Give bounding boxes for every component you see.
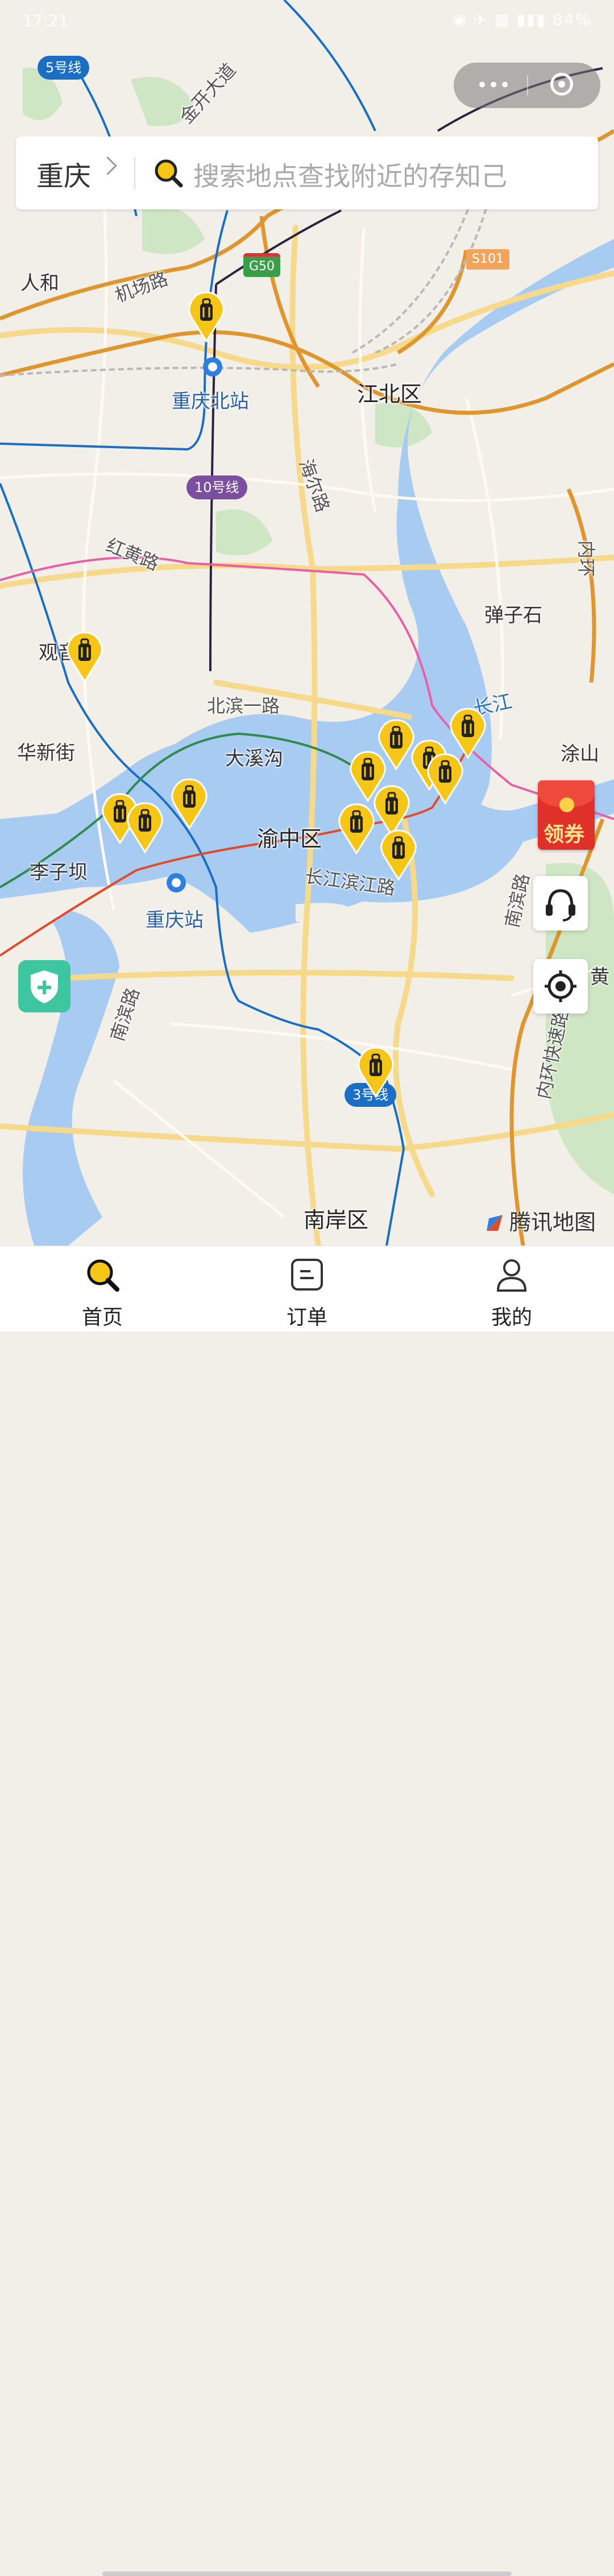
status-bar: 17:21 ◉ ✈ ▦ ▮▮▮ 84% [0, 0, 614, 46]
metro-badge-line5: 5号线 [38, 56, 90, 80]
place-label-huang: 黄 [590, 966, 609, 989]
tab-home[interactable]: 首页 [45, 1246, 159, 1332]
storage-pin[interactable] [449, 706, 487, 759]
chevron-right-icon[interactable] [98, 156, 117, 175]
luggage-icon [427, 753, 463, 805]
storage-pin[interactable] [338, 802, 375, 855]
city-selector[interactable]: 重庆 [36, 154, 91, 193]
road-label-beibin: 北滨一路 [207, 695, 280, 717]
luggage-icon [450, 708, 486, 759]
customer-service-button[interactable] [533, 876, 588, 931]
map-provider-logo: 腾讯地图 [484, 1205, 596, 1236]
headset-icon [546, 889, 575, 921]
road-shield-g50: G50 [243, 253, 281, 277]
map-provider-label: 腾讯地图 [509, 1210, 596, 1235]
locate-icon [545, 970, 576, 1002]
luggage-icon [338, 803, 375, 855]
station-label-chongqingbei: 重庆北站 [172, 390, 249, 413]
tab-profile[interactable]: 我的 [455, 1246, 569, 1332]
miniprogram-capsule: ••• [454, 63, 600, 108]
coupon-button[interactable]: 领券 [538, 780, 599, 850]
place-label-danzishi: 弹子石 [484, 604, 542, 627]
tab-home-label: 首页 [81, 1306, 123, 1329]
tab-orders[interactable]: 订单 [250, 1246, 364, 1332]
luggage-icon [380, 829, 417, 881]
storage-pin[interactable] [357, 1045, 395, 1098]
place-label-liziba: 李子坝 [30, 861, 88, 884]
storage-pin[interactable] [66, 630, 103, 683]
luggage-icon [171, 778, 208, 830]
more-icon[interactable]: ••• [476, 74, 511, 97]
home-indicator [102, 2571, 512, 2576]
order-icon [291, 1259, 323, 1291]
district-label-yuzhong: 渝中区 [257, 826, 322, 851]
storage-pin[interactable] [188, 290, 225, 343]
coin-icon [559, 797, 574, 812]
status-time: 17:21 [23, 11, 69, 30]
locate-button[interactable] [533, 959, 588, 1014]
tab-profile-label: 我的 [491, 1306, 532, 1329]
place-label-huaxin: 华新街 [17, 742, 75, 764]
status-icons: ◉ ✈ ▦ ▮▮▮ 84% [452, 10, 591, 29]
user-icon [496, 1259, 527, 1292]
road-label-nei: 内环 [575, 540, 597, 577]
district-label-nanan: 南岸区 [304, 1208, 369, 1233]
search-input[interactable]: 搜索地点查找附近的存知己 [193, 156, 507, 193]
storage-pin[interactable] [126, 801, 164, 854]
coupon-label: 领券 [544, 823, 585, 846]
place-label-renhe: 人和 [20, 272, 59, 295]
luggage-icon [188, 291, 225, 343]
search-icon [87, 1259, 119, 1292]
security-button[interactable] [18, 960, 70, 1012]
shield-icon [31, 970, 58, 1003]
luggage-icon [358, 1047, 394, 1098]
storage-pin[interactable] [171, 777, 208, 830]
tencent-map-icon [487, 1215, 503, 1231]
storage-pin[interactable] [426, 752, 464, 805]
metro-badge-line10: 10号线 [186, 475, 247, 499]
close-target-icon[interactable] [550, 73, 573, 96]
district-label-jiangbei: 江北区 [357, 382, 422, 407]
tab-orders-label: 订单 [286, 1306, 327, 1329]
place-label-daxigou: 大溪沟 [225, 747, 283, 770]
luggage-icon [127, 802, 163, 854]
place-label-tushan: 涂山 [561, 743, 599, 766]
road-shield-s101: S101 [466, 249, 509, 270]
station-label-chongqingzhan: 重庆站 [146, 909, 204, 932]
tab-bar: 首页 订单 我的 [0, 1246, 614, 2576]
luggage-icon [67, 631, 103, 683]
search-icon [155, 159, 183, 188]
storage-pin[interactable] [380, 828, 417, 881]
search-bar: 重庆 搜索地点查找附近的存知己 [16, 137, 598, 209]
